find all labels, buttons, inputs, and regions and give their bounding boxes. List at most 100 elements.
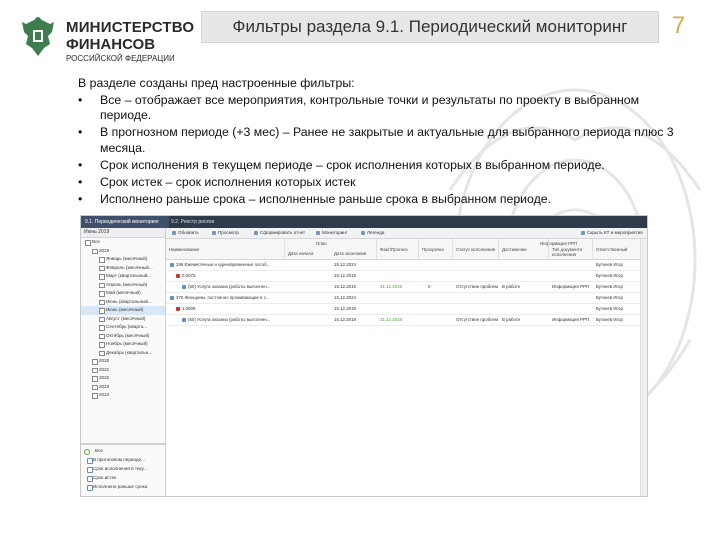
tab-periodic-monitoring[interactable]: 9.1. Периодический мониторинг [81,216,169,228]
cell-end: 15.12.2019 [334,273,356,278]
tree-item-label: Сентябрь (кварта... [106,324,148,329]
tree-item-label: Август (месячный) [106,315,146,321]
cell-overdue: 0 [428,284,431,289]
cell-end: 15.12.2024 [334,262,356,267]
cell-end: 15.12.2019 [334,284,356,289]
filter-item[interactable]: Срок истек [81,473,165,482]
table-row[interactable]: (50) Услуга оказана (работы выполнен... 1… [166,282,647,293]
tree-item[interactable]: Март (квартальный... [81,272,165,281]
page-number: 7 [672,12,686,39]
tree-checkbox[interactable] [92,384,98,391]
tree-checkbox[interactable] [92,367,98,374]
grid-body: 286 Ежемесячные и единовременные пособ..… [166,260,647,326]
panel-splitter[interactable] [81,443,165,445]
tree-checkbox[interactable] [99,299,105,306]
cell-info: Информация РРП [552,317,590,322]
tree-item[interactable]: 2022 [81,374,165,383]
cell-status: Отсутствие проблем [456,317,498,322]
cell-name: 1.0009 [182,306,196,311]
tree-item[interactable]: Октябрь (месячный) [81,332,165,341]
tree-item[interactable]: Апрель (месячный) [81,281,165,290]
intro-text: В разделе созданы пред настроенные фильт… [78,76,355,90]
tree-checkbox[interactable] [99,325,105,331]
tree-item[interactable]: Январь (месячный) [81,255,165,264]
filter-item[interactable]: Исполнено раньше срока [81,482,165,491]
legend-button[interactable]: Легенда [361,228,384,238]
tree-item[interactable]: Декабрь (квартальн... [81,349,165,358]
col-achievement[interactable]: Достижение [502,247,527,252]
tree-item-label: Ноябрь (месячный) [106,341,148,346]
tree-checkbox[interactable] [92,393,98,399]
logo-line-1: МИНИСТЕРСТВО [66,19,195,36]
logo-line-2: ФИНАНСОВ [66,36,156,53]
col-start[interactable]: Дата начала [288,251,313,256]
row-type-icon [182,285,186,289]
tree-item[interactable]: 2020 [81,357,165,366]
tree-checkbox[interactable] [99,265,105,272]
tree-checkbox[interactable] [99,333,105,340]
col-responsible[interactable]: Ответственный [596,247,627,252]
filter-item-label: В прогнозном периоде... [93,457,145,462]
hide-kt-toggle[interactable]: Скрыть КТ и мероприятия [581,228,643,238]
refresh-button[interactable]: Обновить [172,228,199,238]
tree-item-label: Июнь (месячный) [106,307,144,312]
cell-fact: 31.12.2019 [380,284,402,289]
tree-checkbox[interactable] [99,350,105,357]
filter-icon [87,457,93,464]
tree-item[interactable]: Май (месячный) [81,289,165,298]
tree-item[interactable]: Ноябрь (месячный) [81,340,165,349]
tree-item[interactable]: Июнь (месячный) [81,306,165,315]
tree-item[interactable]: 2024 [81,391,165,400]
tree-item[interactable]: 2021 [81,366,165,375]
col-end[interactable]: Дата окончания [334,251,366,256]
tree-item[interactable]: 2023 [81,383,165,392]
tree-item-label: Январь (месячный) [106,256,148,261]
tree-item[interactable]: Сентябрь (кварта... [81,323,165,332]
tree-item[interactable]: Февраль (месячный... [81,264,165,273]
col-overdue[interactable]: Просрочка [422,247,444,252]
col-fact[interactable]: Факт/Прогноз [380,247,407,252]
vertical-scrollbar[interactable] [640,239,647,496]
tree-item-label: 2022 [99,375,110,380]
report-button[interactable]: Сформировать отчет [254,228,305,238]
col-name[interactable]: Наименование [169,247,199,252]
tree-checkbox[interactable] [99,308,105,314]
period-selector[interactable]: Июнь 2019 [81,228,165,238]
filter-item[interactable]: Срок исполнения в теку... [81,464,165,473]
tree-checkbox[interactable] [99,257,105,263]
tree-checkbox[interactable] [99,274,105,280]
cell-end: 15.12.2019 [334,317,356,322]
period-panel: Июнь 2019 Все 2019 Январь (месячный) Феврал… [81,228,166,496]
tree-item-label: Апрель (месячный) [106,281,148,287]
tree-checkbox[interactable] [85,240,91,246]
slide-title: Фильтры раздела 9.1. Периодический монит… [232,17,628,36]
col-info[interactable]: Информация РРП [540,241,577,246]
monitoring-button[interactable]: Мониторинг [316,228,347,238]
view-button[interactable]: Просмотр [212,228,239,238]
table-row[interactable]: 370 Женщины, постоянно проживающие в с..… [166,293,647,304]
filter-item[interactable]: Все [81,446,165,455]
tree-checkbox[interactable] [99,342,105,348]
ministry-logo: МИНИСТЕРСТВО ФИНАНСОВ РОССИЙСКОЙ ФЕДЕРАЦ… [18,14,194,64]
filter-icon [87,475,93,482]
tree-checkbox[interactable] [99,316,105,323]
filter-item[interactable]: В прогнозном периоде... [81,455,165,464]
col-doc-type[interactable]: Тип документа исполнения [552,247,588,257]
table-row[interactable]: 1.0009 15.12.2019 Буткеев Игор [166,304,647,315]
tree-checkbox[interactable] [99,282,105,289]
period-tree: Все 2019 Январь (месячный) Февраль (месячны… [81,238,165,400]
col-status[interactable]: Статус исполнения [456,247,495,252]
tab-risk-register[interactable]: 9.2. Реестр рисков [167,216,218,228]
tree-item[interactable]: Июнь (квартальный... [81,298,165,307]
tree-checkbox[interactable] [99,291,105,297]
tree-item[interactable]: 2019 [81,247,165,256]
table-row[interactable]: 286 Ежемесячные и единовременные пособ..… [166,260,647,271]
table-row[interactable]: 0.0075 15.12.2019 Буткеев Игор [166,271,647,282]
tree-item[interactable]: Все [81,238,165,247]
logo-line-3: РОССИЙСКОЙ ФЕДЕРАЦИИ [66,54,175,63]
tree-checkbox[interactable] [92,248,98,255]
table-row[interactable]: (50) Услуга оказана (работы выполнен... 1… [166,315,647,326]
tree-checkbox[interactable] [92,376,98,382]
tree-item[interactable]: Август (месячный) [81,315,165,324]
tree-checkbox[interactable] [92,359,98,365]
